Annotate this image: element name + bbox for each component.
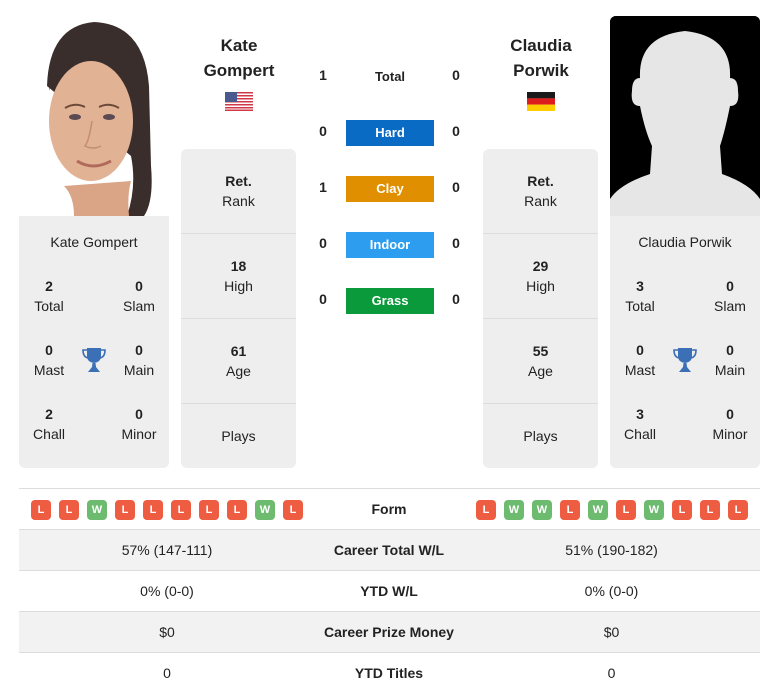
divider xyxy=(483,233,598,234)
h2h-grass-p1: 0 xyxy=(319,291,327,307)
form-win-badge[interactable]: W xyxy=(532,500,552,520)
divider xyxy=(483,318,598,319)
h2h-clay-p2: 0 xyxy=(452,179,460,195)
player1-challenger-titles: 2 Chall xyxy=(33,406,65,442)
player1-photo xyxy=(19,16,169,216)
player2-form: LWWLWLWLLL xyxy=(476,500,748,520)
player2-minor-titles: 0 Minor xyxy=(712,406,748,442)
ytd-wl-label: YTD W/L xyxy=(360,583,418,599)
player1-name-link[interactable]: Kate Gompert xyxy=(179,33,299,83)
surface-clay-badge: Clay xyxy=(346,176,434,202)
player1-age: 61 Age xyxy=(226,343,251,379)
h2h-total-p1: 1 xyxy=(319,67,327,83)
divider xyxy=(181,233,296,234)
form-win-badge[interactable]: W xyxy=(504,500,524,520)
form-win-badge[interactable]: W xyxy=(255,500,275,520)
form-loss-badge[interactable]: L xyxy=(560,500,580,520)
table-row-prize-money: $0 Career Prize Money $0 xyxy=(19,612,760,653)
player2-prize-money: $0 xyxy=(603,624,620,640)
form-win-badge[interactable]: W xyxy=(588,500,608,520)
form-loss-badge[interactable]: L xyxy=(283,500,303,520)
player2-slam-titles: 0 Slam xyxy=(714,278,746,314)
player1-career-high: 18 High xyxy=(224,258,253,294)
player2-masters-titles: 0 Mast xyxy=(624,342,656,378)
player2-main-titles: 0 Main xyxy=(714,342,746,378)
germany-flag-icon xyxy=(527,92,555,111)
divider xyxy=(483,403,598,404)
h2h-clay-p1: 1 xyxy=(319,179,327,195)
player1-ytd-wl: 0% (0-0) xyxy=(140,583,194,599)
player1-prize-money: $0 xyxy=(159,624,175,640)
player2-rank-panel: Ret. Rank 29 High 55 Age Plays xyxy=(483,149,598,468)
player1-rank: Ret. Rank xyxy=(222,173,255,209)
player2-rank: Ret. Rank xyxy=(524,173,557,209)
form-loss-badge[interactable]: L xyxy=(672,500,692,520)
player1-ytd-titles: 0 xyxy=(163,665,171,681)
h2h-total-label: Total xyxy=(374,69,406,84)
player2-career-high: 29 High xyxy=(526,258,555,294)
h2h-indoor-p2: 0 xyxy=(452,235,460,251)
divider xyxy=(181,318,296,319)
player1-slam-titles: 0 Slam xyxy=(123,278,155,314)
usa-flag-icon xyxy=(225,92,253,111)
ytd-titles-label: YTD Titles xyxy=(354,665,424,681)
prize-money-label: Career Prize Money xyxy=(324,624,454,640)
form-win-badge[interactable]: W xyxy=(87,500,107,520)
player1-main-titles: 0 Main xyxy=(123,342,155,378)
trophy-icon xyxy=(673,347,697,373)
form-loss-badge[interactable]: L xyxy=(199,500,219,520)
form-label: Form xyxy=(371,501,407,517)
player2-ytd-titles: 0 xyxy=(607,665,616,681)
player2-challenger-titles: 3 Chall xyxy=(624,406,656,442)
player2-age: 55 Age xyxy=(528,343,553,379)
surface-grass-badge: Grass xyxy=(346,288,434,314)
player1-card-name: Kate Gompert xyxy=(50,234,138,250)
surface-indoor-badge: Indoor xyxy=(346,232,434,258)
form-loss-badge[interactable]: L xyxy=(59,500,79,520)
form-loss-badge[interactable]: L xyxy=(143,500,163,520)
player1-total-titles: 2 Total xyxy=(34,278,64,314)
form-loss-badge[interactable]: L xyxy=(700,500,720,520)
player2-ytd-wl: 0% (0-0) xyxy=(584,583,639,599)
form-loss-badge[interactable]: L xyxy=(171,500,191,520)
trophy-icon xyxy=(82,347,106,373)
table-row-ytd-titles: 0 YTD Titles 0 xyxy=(19,653,760,694)
form-loss-badge[interactable]: L xyxy=(227,500,247,520)
form-loss-badge[interactable]: L xyxy=(616,500,636,520)
table-row-form: LLWLLLLLWL Form LWWLWLWLLL xyxy=(19,489,760,530)
player1-masters-titles: 0 Mast xyxy=(33,342,65,378)
form-loss-badge[interactable]: L xyxy=(728,500,748,520)
player2-photo-placeholder xyxy=(610,16,760,216)
player1-titles-card: Kate Gompert 2 Total 0 Slam 0 Mast 0 Mai… xyxy=(19,216,169,468)
form-win-badge[interactable]: W xyxy=(644,500,664,520)
divider xyxy=(181,403,296,404)
player2-total-titles: 3 Total xyxy=(625,278,655,314)
h2h-hard-p2: 0 xyxy=(452,123,460,139)
player2-career-wl: 51% (190-182) xyxy=(565,542,658,558)
h2h-hard-p1: 0 xyxy=(319,123,327,139)
form-loss-badge[interactable]: L xyxy=(476,500,496,520)
player2-card-name: Claudia Porwik xyxy=(638,234,732,250)
player1-plays: Plays xyxy=(221,428,256,444)
player2-name-link[interactable]: Claudia Porwik xyxy=(481,33,601,83)
table-row-ytd-wl: 0% (0-0) YTD W/L 0% (0-0) xyxy=(19,571,760,612)
player1-minor-titles: 0 Minor xyxy=(121,406,157,442)
form-loss-badge[interactable]: L xyxy=(31,500,51,520)
career-wl-label: Career Total W/L xyxy=(333,542,445,558)
h2h-grass-p2: 0 xyxy=(452,291,460,307)
form-loss-badge[interactable]: L xyxy=(115,500,135,520)
player1-career-wl: 57% (147-111) xyxy=(121,542,213,558)
h2h-total-p2: 0 xyxy=(452,67,460,83)
surface-hard-badge: Hard xyxy=(346,120,434,146)
h2h-indoor-p1: 0 xyxy=(319,235,327,251)
player2-titles-card: Claudia Porwik 3 Total 0 Slam 0 Mast 0 M… xyxy=(610,216,760,468)
player2-plays: Plays xyxy=(523,428,558,444)
player1-form: LLWLLLLLWL xyxy=(31,500,303,520)
table-row-career-wl: 57% (147-111) Career Total W/L 51% (190-… xyxy=(19,530,760,571)
player1-rank-panel: Ret. Rank 18 High 61 Age Plays xyxy=(181,149,296,468)
